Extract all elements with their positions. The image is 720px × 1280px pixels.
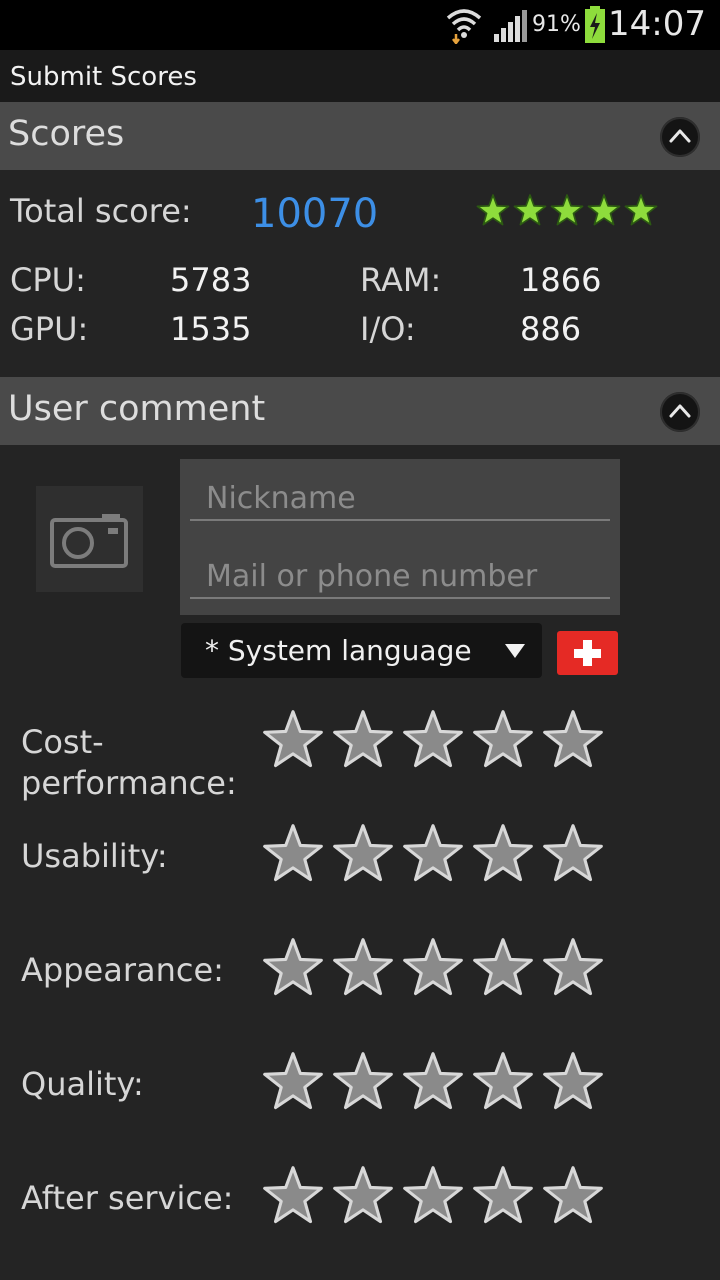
total-score-value: 10070 bbox=[251, 191, 379, 237]
io-label: I/O: bbox=[360, 310, 416, 348]
rating-star-icon[interactable] bbox=[332, 936, 394, 998]
nickname-input[interactable] bbox=[190, 477, 610, 521]
contact-input-panel bbox=[180, 459, 620, 615]
ram-label: RAM: bbox=[360, 261, 442, 299]
rating-label: Appearance: bbox=[21, 951, 224, 989]
rating-star-icon[interactable] bbox=[332, 1050, 394, 1112]
rating-stars[interactable] bbox=[262, 1050, 604, 1112]
io-value: 886 bbox=[520, 310, 582, 348]
collapse-icon bbox=[669, 404, 691, 418]
rating-star-icon[interactable] bbox=[262, 936, 324, 998]
total-star-icon bbox=[476, 194, 510, 226]
gpu-value: 1535 bbox=[170, 310, 252, 348]
rating-star-icon[interactable] bbox=[472, 1164, 534, 1226]
rating-star-icon[interactable] bbox=[262, 708, 324, 770]
language-selected-label: * System language bbox=[205, 634, 472, 667]
swiss-flag-icon[interactable] bbox=[557, 631, 618, 675]
section-title-user-comment: User comment bbox=[8, 389, 266, 429]
wifi-icon bbox=[446, 9, 482, 44]
status-bar: 91% 14:07 bbox=[0, 0, 720, 50]
rating-star-icon[interactable] bbox=[542, 822, 604, 884]
collapse-scores-button[interactable] bbox=[660, 117, 700, 157]
rating-star-icon[interactable] bbox=[472, 936, 534, 998]
rating-star-icon[interactable] bbox=[542, 1164, 604, 1226]
total-score-label: Total score: bbox=[10, 192, 192, 230]
rating-star-icon[interactable] bbox=[402, 708, 464, 770]
rating-star-icon[interactable] bbox=[542, 1050, 604, 1112]
total-star-icon bbox=[550, 194, 584, 226]
page-title: Submit Scores bbox=[10, 62, 197, 92]
rating-star-icon[interactable] bbox=[542, 936, 604, 998]
rating-stars[interactable] bbox=[262, 936, 604, 998]
total-star-icon bbox=[513, 194, 547, 226]
rating-star-icon[interactable] bbox=[472, 1050, 534, 1112]
collapse-icon bbox=[669, 129, 691, 143]
rating-label: Quality: bbox=[21, 1065, 144, 1103]
total-star-icon bbox=[587, 194, 621, 226]
rating-star-icon[interactable] bbox=[542, 708, 604, 770]
section-title-scores: Scores bbox=[8, 114, 125, 154]
camera-icon bbox=[50, 514, 128, 568]
rating-star-icon[interactable] bbox=[262, 822, 324, 884]
rating-star-icon[interactable] bbox=[332, 708, 394, 770]
contact-input[interactable] bbox=[190, 555, 610, 599]
rating-star-icon[interactable] bbox=[262, 1050, 324, 1112]
total-star-icon bbox=[624, 194, 658, 226]
battery-icon bbox=[585, 6, 605, 43]
rating-star-icon[interactable] bbox=[402, 936, 464, 998]
rating-label: Usability: bbox=[21, 837, 168, 875]
collapse-comment-button[interactable] bbox=[660, 392, 700, 432]
cpu-label: CPU: bbox=[10, 261, 86, 299]
rating-star-icon[interactable] bbox=[472, 708, 534, 770]
signal-icon bbox=[494, 10, 527, 42]
photo-button[interactable] bbox=[36, 486, 143, 592]
ram-value: 1866 bbox=[520, 261, 602, 299]
rating-star-icon[interactable] bbox=[402, 1164, 464, 1226]
user-comment-section-header[interactable]: User comment bbox=[0, 377, 720, 445]
rating-stars[interactable] bbox=[262, 1164, 604, 1226]
language-dropdown[interactable]: * System language bbox=[181, 623, 542, 678]
rating-star-icon[interactable] bbox=[262, 1164, 324, 1226]
rating-label: Cost- performance: bbox=[21, 723, 237, 802]
dropdown-arrow-icon bbox=[505, 644, 525, 658]
rating-star-icon[interactable] bbox=[402, 1050, 464, 1112]
cpu-value: 5783 bbox=[170, 261, 252, 299]
rating-star-icon[interactable] bbox=[332, 822, 394, 884]
title-bar: Submit Scores bbox=[0, 50, 720, 102]
rating-stars[interactable] bbox=[262, 822, 604, 884]
battery-percent: 91% bbox=[532, 12, 581, 37]
total-score-stars bbox=[476, 193, 658, 227]
gpu-label: GPU: bbox=[10, 310, 89, 348]
clock: 14:07 bbox=[608, 4, 706, 44]
rating-label: After service: bbox=[21, 1179, 234, 1217]
rating-stars[interactable] bbox=[262, 708, 604, 770]
rating-star-icon[interactable] bbox=[332, 1164, 394, 1226]
rating-star-icon[interactable] bbox=[472, 822, 534, 884]
scores-section-header[interactable]: Scores bbox=[0, 102, 720, 170]
rating-star-icon[interactable] bbox=[402, 822, 464, 884]
